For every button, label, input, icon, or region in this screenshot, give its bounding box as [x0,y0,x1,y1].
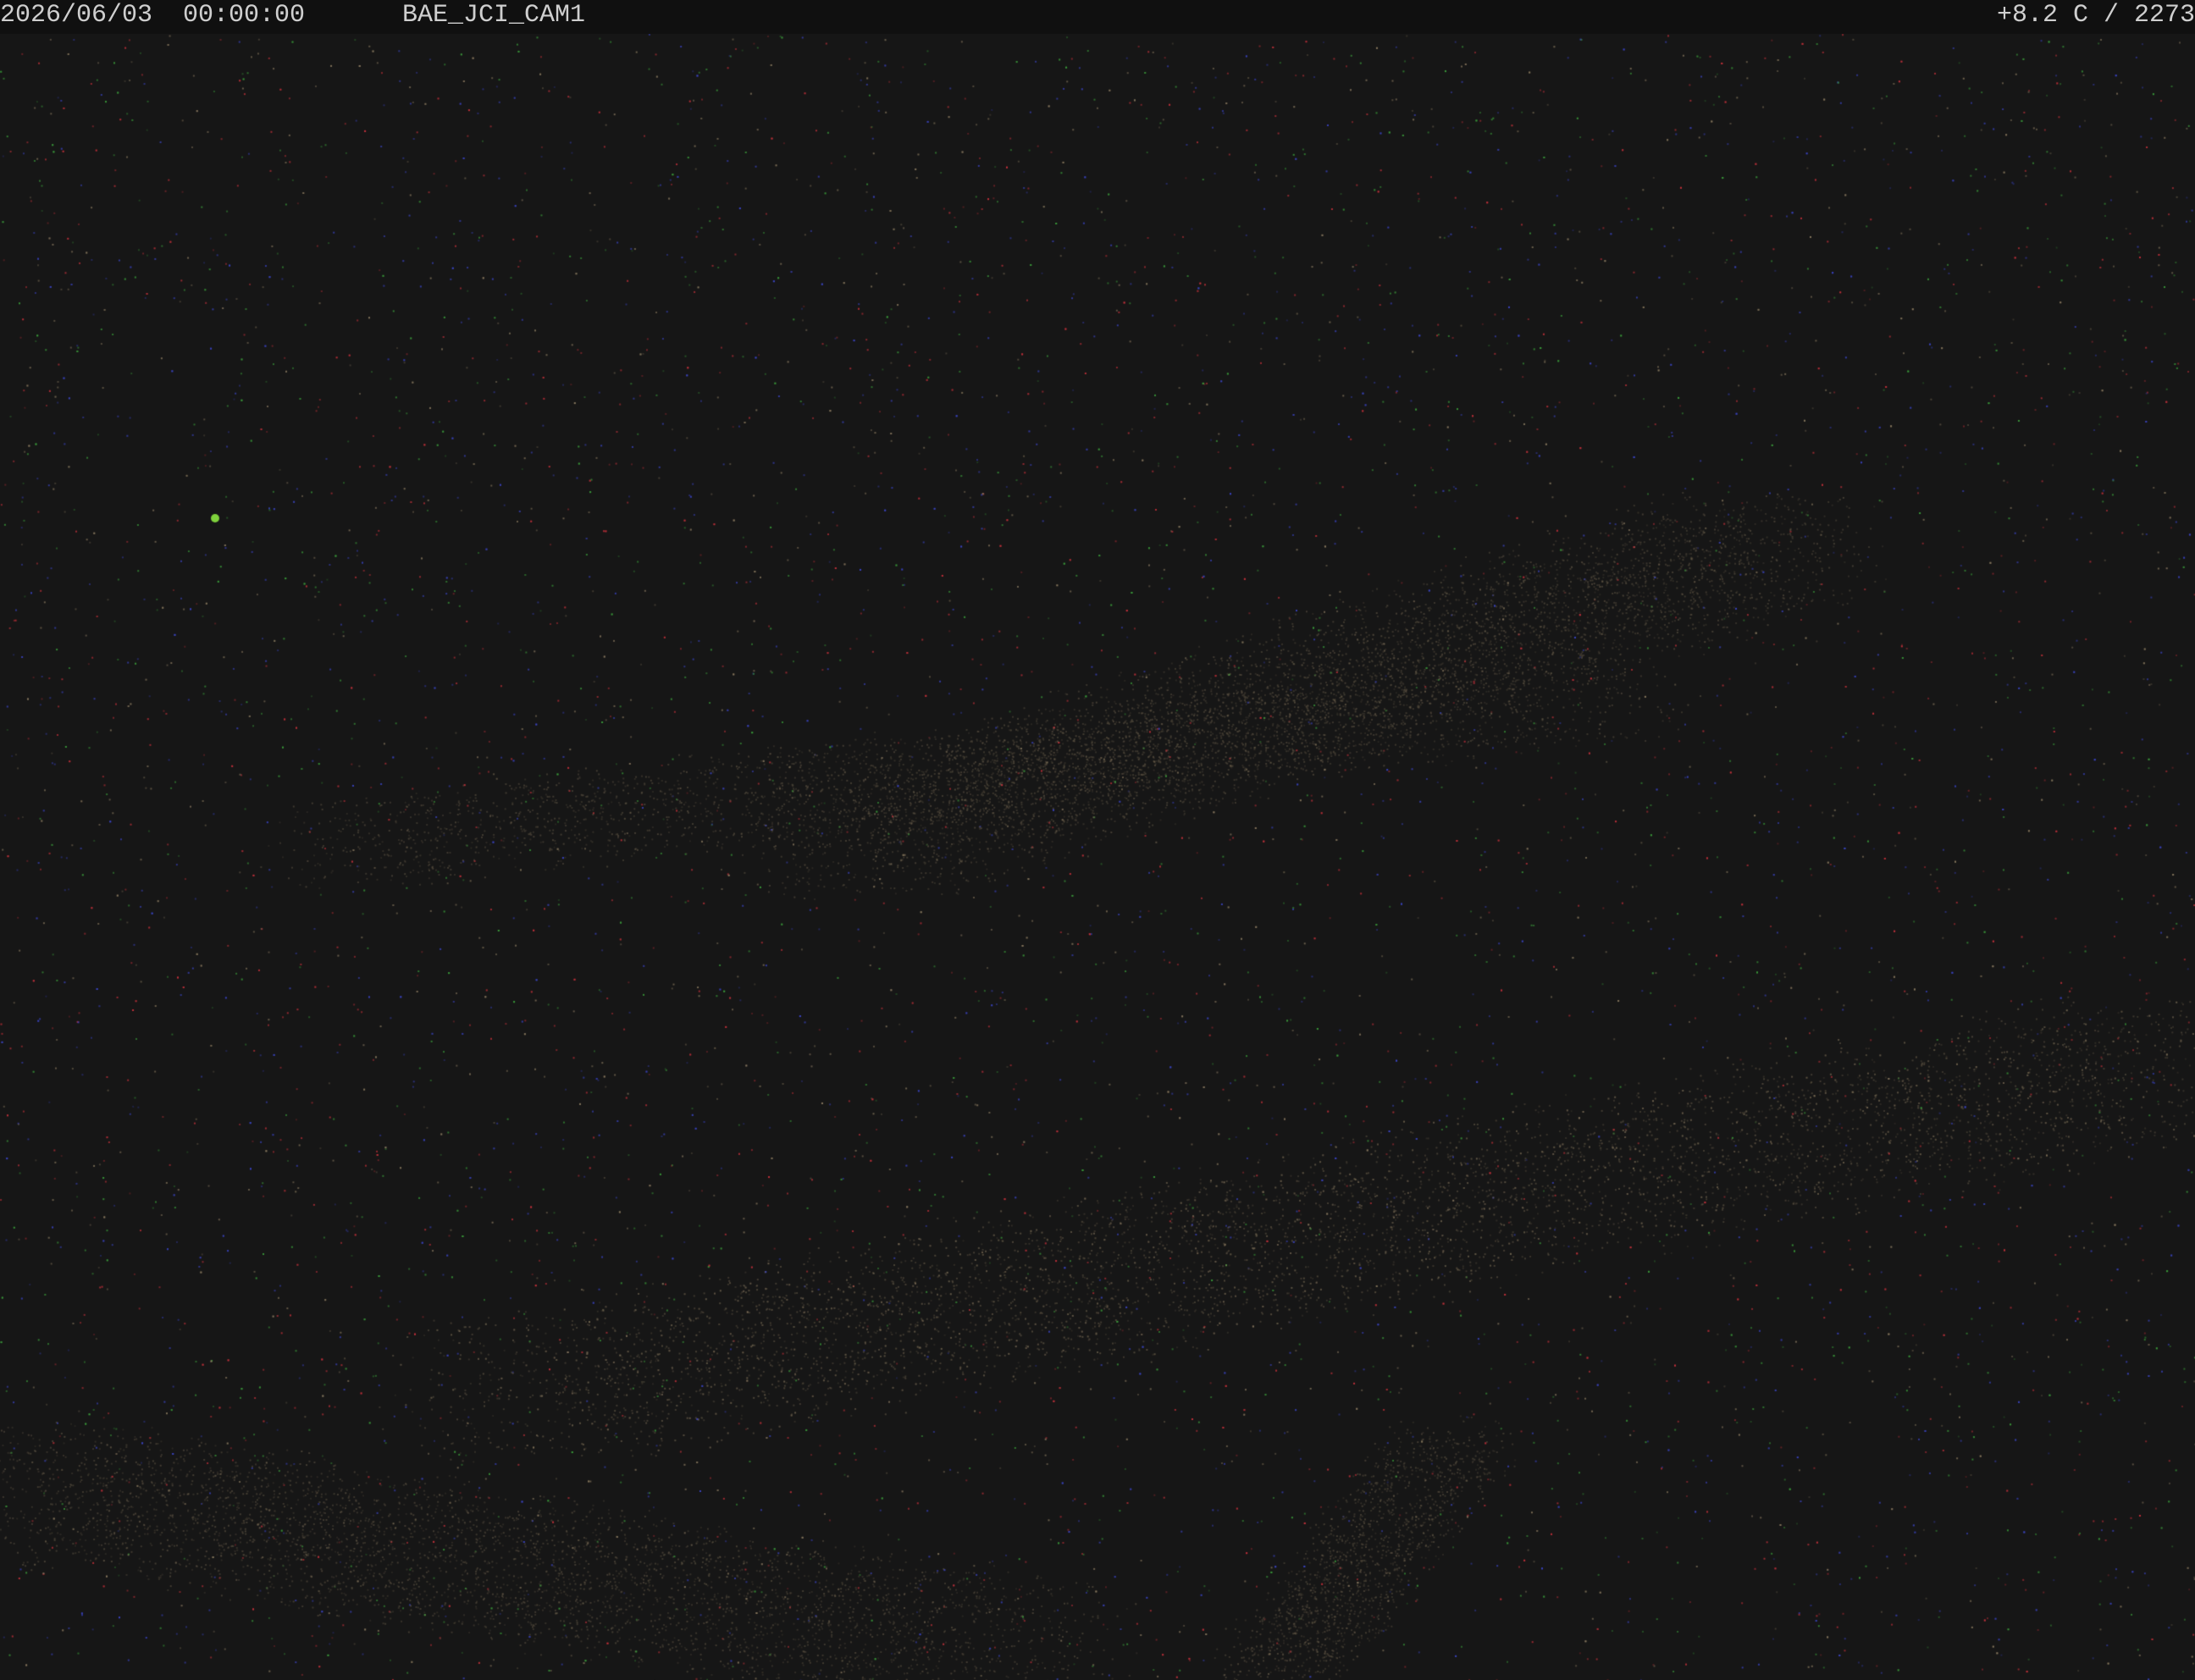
timestamp-label: 2026/06/03 00:00:00 [0,1,306,30]
camera-frame: 2026/06/03 00:00:00 BAE_JCI_CAM1 +8.2 C … [0,0,2195,1680]
night-sky-image [0,0,2195,1680]
osd-overlay-bar: 2026/06/03 00:00:00 BAE_JCI_CAM1 +8.2 C … [0,0,2195,34]
camera-name-label: BAE_JCI_CAM1 [402,1,586,30]
telemetry-label: +8.2 C / 2273 [1996,1,2195,30]
